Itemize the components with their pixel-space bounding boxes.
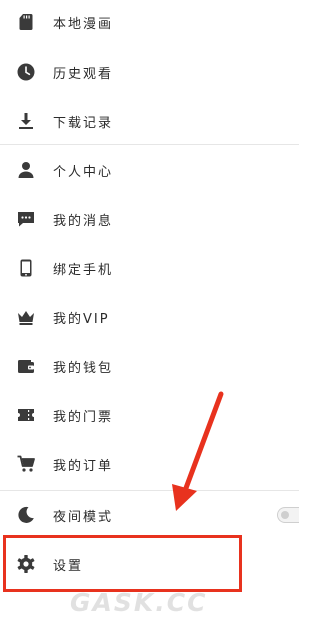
ticket-icon	[14, 403, 38, 427]
sd-card-icon	[14, 10, 38, 34]
menu-item-bind-phone[interactable]: 绑定手机	[0, 244, 299, 292]
toggle-knob	[281, 511, 289, 519]
night-mode-toggle[interactable]	[277, 507, 299, 523]
menu-item-history[interactable]: 历史观看	[0, 48, 299, 96]
clock-icon	[14, 60, 38, 84]
message-icon	[14, 207, 38, 231]
menu-item-tickets[interactable]: 我的门票	[0, 391, 299, 439]
menu-item-label: 我的订单	[53, 458, 114, 474]
menu-item-label: 夜间模式	[53, 509, 114, 525]
menu-item-settings[interactable]: 设置	[0, 540, 299, 588]
menu-item-orders[interactable]: 我的订单	[0, 440, 299, 488]
menu-divider	[0, 144, 299, 145]
cart-icon	[14, 452, 38, 476]
menu-item-downloads[interactable]: 下载记录	[0, 97, 299, 145]
menu-item-vip[interactable]: 我的VIP	[0, 293, 299, 341]
menu-item-night-mode[interactable]: 夜间模式	[0, 491, 299, 539]
wallet-icon	[14, 354, 38, 378]
person-icon	[14, 158, 38, 182]
menu-item-wallet[interactable]: 我的钱包	[0, 342, 299, 390]
menu-item-label: 我的门票	[53, 409, 114, 425]
menu-item-label: 个人中心	[53, 164, 114, 180]
crown-icon	[14, 305, 38, 329]
menu-item-local-comics[interactable]: 本地漫画	[0, 0, 299, 46]
menu-item-label: 我的VIP	[53, 311, 110, 327]
side-menu-screen: 本地漫画 历史观看 下载记录 个人中心 我的消息 绑定手机 我的VIP 我的钱包…	[0, 0, 299, 621]
menu-item-label: 我的消息	[53, 213, 114, 229]
menu-item-label: 下载记录	[53, 115, 114, 131]
phone-icon	[14, 256, 38, 280]
menu-item-profile[interactable]: 个人中心	[0, 146, 299, 194]
menu-item-label: 设置	[53, 558, 84, 574]
menu-item-messages[interactable]: 我的消息	[0, 195, 299, 243]
menu-item-label: 我的钱包	[53, 360, 114, 376]
menu-item-label: 绑定手机	[53, 262, 114, 278]
gear-icon	[14, 552, 38, 576]
menu-item-label: 本地漫画	[53, 16, 114, 32]
menu-item-label: 历史观看	[53, 66, 114, 82]
download-icon	[14, 109, 38, 133]
watermark-text: GASK.CC	[70, 588, 208, 617]
moon-icon	[14, 503, 38, 527]
